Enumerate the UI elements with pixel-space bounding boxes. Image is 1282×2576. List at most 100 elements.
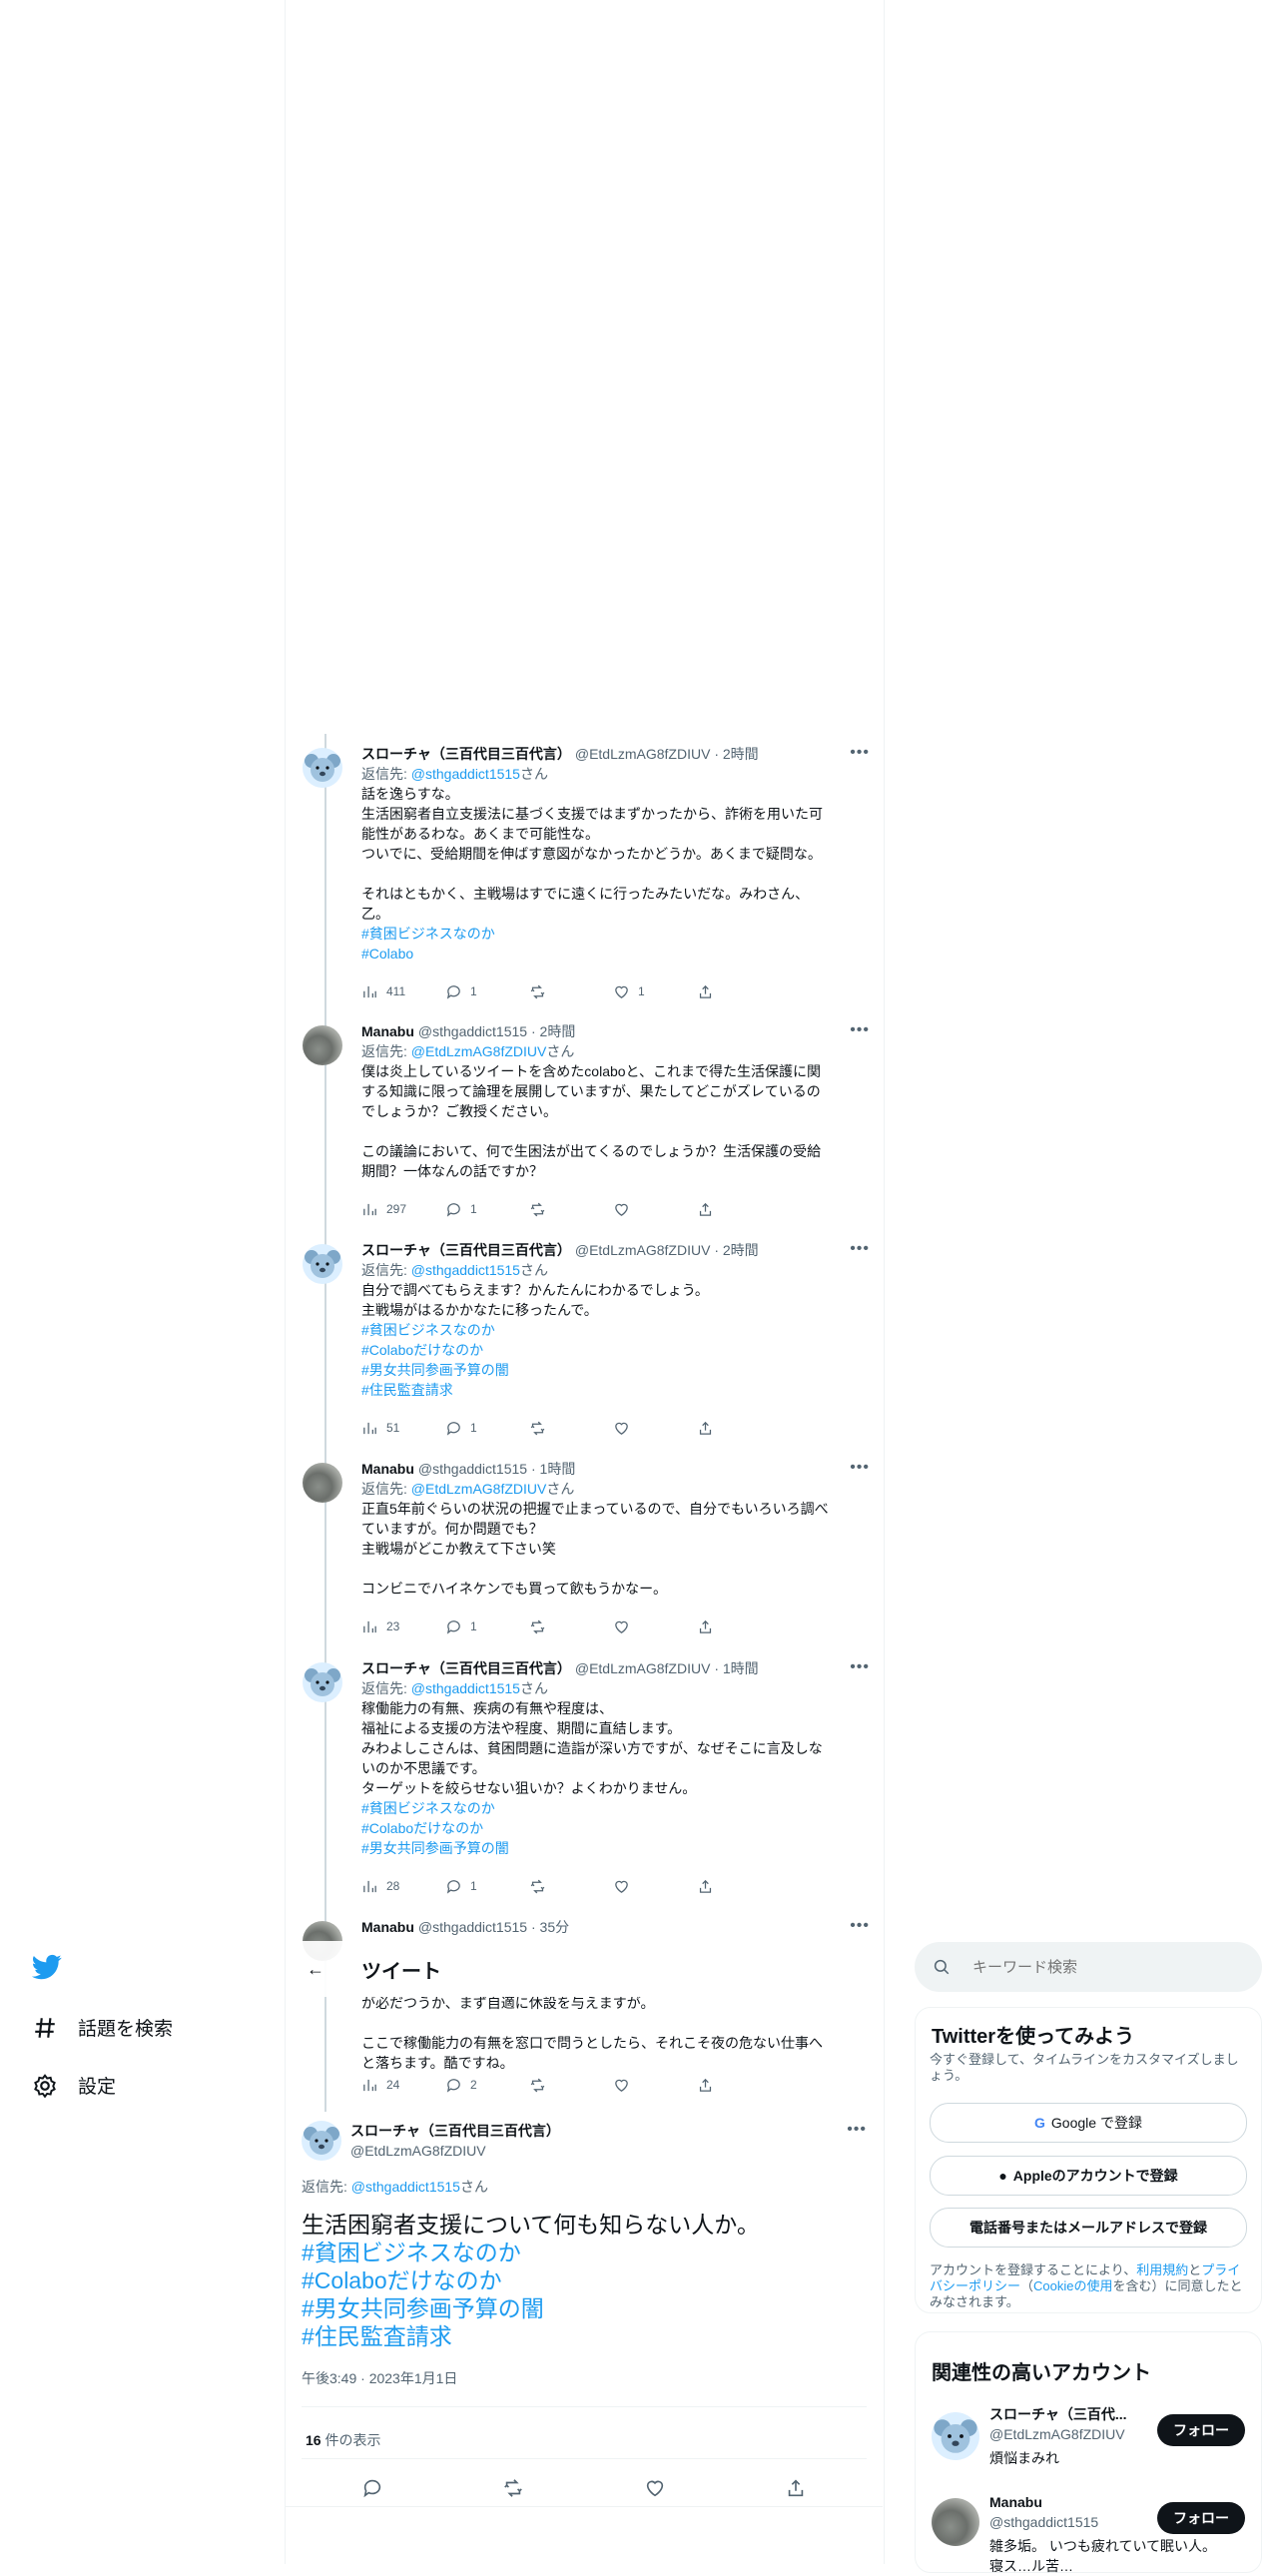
author-handle[interactable]: @EtdLzmAG8fZDIUV [575,1242,711,1258]
reply-tweet[interactable]: スローチャ（三百代目三百代言） @EtdLzmAG8fZDIUV · 2時間 返信… [286,1230,884,1450]
share-button[interactable] [697,1418,781,1438]
reply-tweet[interactable]: Manabu @sthgaddict1515 · 35分 が必だつうか、まず自適に… [286,1907,884,2107]
retweet-button[interactable] [529,1199,613,1219]
retweet-button[interactable] [529,981,613,1001]
hashtag-link[interactable]: #Colaboだけなのか [302,2266,861,2294]
google-signup-button[interactable]: G Google で登録 [930,2103,1247,2143]
tweet-time[interactable]: 1時間 [723,1660,759,1676]
follow-button[interactable]: フォロー [1157,2502,1245,2534]
author-name[interactable]: Manabu [361,1023,414,1039]
author-handle[interactable]: @EtdLzmAG8fZDIUV [350,2141,560,2161]
like-button[interactable] [613,1876,697,1896]
hashtag-link[interactable]: #住民監査請求 [361,1380,861,1400]
cookie-link[interactable]: Cookieの使用 [1033,2278,1112,2293]
avatar[interactable] [932,2498,979,2546]
search-box[interactable] [915,1942,1262,1992]
reply-tweet[interactable]: Manabu @sthgaddict1515 · 2時間 返信先: @EtdLzm… [286,1011,884,1241]
author-handle[interactable]: @sthgaddict1515 [418,1023,527,1039]
author-handle[interactable]: @sthgaddict1515 [418,1919,527,1935]
views-button[interactable]: 411 [361,981,445,1001]
more-icon[interactable]: ••• [850,1658,870,1676]
hashtag-link[interactable]: #男女共同参画予算の闇 [302,2294,861,2322]
search-input[interactable] [970,1957,1234,1977]
share-button[interactable] [697,1616,781,1636]
share-button[interactable] [697,1876,781,1896]
nav-explore[interactable]: 話題を検索 [32,2014,173,2041]
retweet-button[interactable] [529,1876,613,1896]
account-row[interactable]: Manabu @sthgaddict1515 雑多垢。 いつも疲れていて眠い人。… [916,2492,1261,2574]
more-icon[interactable]: ••• [847,2121,867,2139]
author-handle[interactable]: @sthgaddict1515 [418,1461,527,1477]
avatar[interactable] [303,1662,342,1702]
retweet-button[interactable] [529,2075,613,2095]
more-icon[interactable]: ••• [850,1021,870,1039]
views-button[interactable]: 51 [361,1418,445,1438]
heart-icon[interactable] [644,2477,666,2499]
avatar[interactable] [932,2412,979,2460]
reply-button[interactable]: 1 [445,1876,529,1896]
hashtag-link[interactable]: #住民監査請求 [302,2322,861,2350]
hashtag-link[interactable]: #Colaboだけなのか [361,1818,861,1838]
hashtag-link[interactable]: #貧困ビジネスなのか [361,924,861,944]
reply-to-link[interactable]: @sthgaddict1515 [411,1262,520,1278]
views-button[interactable]: 24 [361,2075,445,2095]
like-button[interactable] [613,1418,697,1438]
views-button[interactable]: 28 [361,1876,445,1896]
terms-link[interactable]: 利用規約 [1136,2262,1188,2277]
more-icon[interactable]: ••• [850,744,870,762]
account-name[interactable]: スローチャ（三百代... [989,2404,1127,2424]
nav-settings[interactable]: 設定 [32,2072,116,2099]
hashtag-link[interactable]: #Colaboだけなのか [361,1340,861,1360]
author-name[interactable]: スローチャ（三百代目三百代言） [361,1660,571,1676]
retweet-button[interactable] [529,1418,613,1438]
tweet-time[interactable]: 2時間 [723,746,759,762]
tweet-time[interactable]: 2時間 [540,1023,576,1039]
reply-button[interactable]: 1 [445,1418,529,1438]
avatar[interactable] [303,748,342,788]
avatar[interactable] [303,1025,342,1065]
author-handle[interactable]: @EtdLzmAG8fZDIUV [575,1660,711,1676]
more-icon[interactable]: ••• [850,1917,870,1935]
reply-tweet[interactable]: Manabu @sthgaddict1515 · 1時間 返信先: @EtdLzm… [286,1449,884,1648]
account-handle[interactable]: @EtdLzmAG8fZDIUV [989,2424,1127,2444]
retweet-icon[interactable] [502,2477,524,2499]
back-button[interactable]: ← [298,1951,333,1987]
avatar[interactable] [302,2121,341,2161]
reply-button[interactable]: 1 [445,1199,529,1219]
author-name[interactable]: Manabu [361,1919,414,1935]
author-name[interactable]: スローチャ（三百代目三百代言） [361,1242,571,1258]
hashtag-link[interactable]: #貧困ビジネスなのか [361,1798,861,1818]
reply-to-link[interactable]: @EtdLzmAG8fZDIUV [411,1481,547,1497]
author-name[interactable]: スローチャ（三百代目三百代言） [350,2121,560,2141]
phone-signup-button[interactable]: 電話番号またはメールアドレスで登録 [930,2208,1247,2248]
author-name[interactable]: スローチャ（三百代目三百代言） [361,746,571,762]
apple-signup-button[interactable]: ● Appleのアカウントで登録 [930,2156,1247,2196]
reply-button[interactable]: 1 [445,981,529,1001]
retweet-button[interactable] [529,1616,613,1636]
share-button[interactable] [697,981,781,1001]
account-row[interactable]: スローチャ（三百代... @EtdLzmAG8fZDIUV 煩悩まみれ フォロー [916,2404,1261,2480]
reply-tweet[interactable]: スローチャ（三百代目三百代言） @EtdLzmAG8fZDIUV · 1時間 返信… [286,1648,884,1908]
reply-tweet[interactable]: スローチャ（三百代目三百代言） @EtdLzmAG8fZDIUV · 2時間 返信… [286,734,884,1008]
reply-button[interactable]: 2 [445,2075,529,2095]
views-button[interactable]: 23 [361,1616,445,1636]
hashtag-link[interactable]: #貧困ビジネスなのか [302,2239,861,2266]
author-name[interactable]: Manabu [361,1461,414,1477]
tweet-time[interactable]: 1時間 [540,1461,576,1477]
tweet-time[interactable]: 35分 [540,1919,570,1935]
reply-button[interactable]: 1 [445,1616,529,1636]
share-icon[interactable] [785,2477,807,2499]
tweet-timestamp[interactable]: 午後3:49 · 2023年1月1日 [302,2368,457,2388]
reply-to-link[interactable]: @EtdLzmAG8fZDIUV [411,1043,547,1059]
like-button[interactable]: 1 [613,981,697,1001]
follow-button[interactable]: フォロー [1157,2414,1245,2446]
hashtag-link[interactable]: #貧困ビジネスなのか [361,1320,861,1340]
share-button[interactable] [697,1199,781,1219]
like-button[interactable] [613,1199,697,1219]
share-button[interactable] [697,2075,781,2095]
avatar[interactable] [303,1244,342,1284]
avatar[interactable] [303,1463,342,1503]
reply-to-link[interactable]: @sthgaddict1515 [411,766,520,782]
author-handle[interactable]: @EtdLzmAG8fZDIUV [575,746,711,762]
reply-icon[interactable] [361,2477,383,2499]
